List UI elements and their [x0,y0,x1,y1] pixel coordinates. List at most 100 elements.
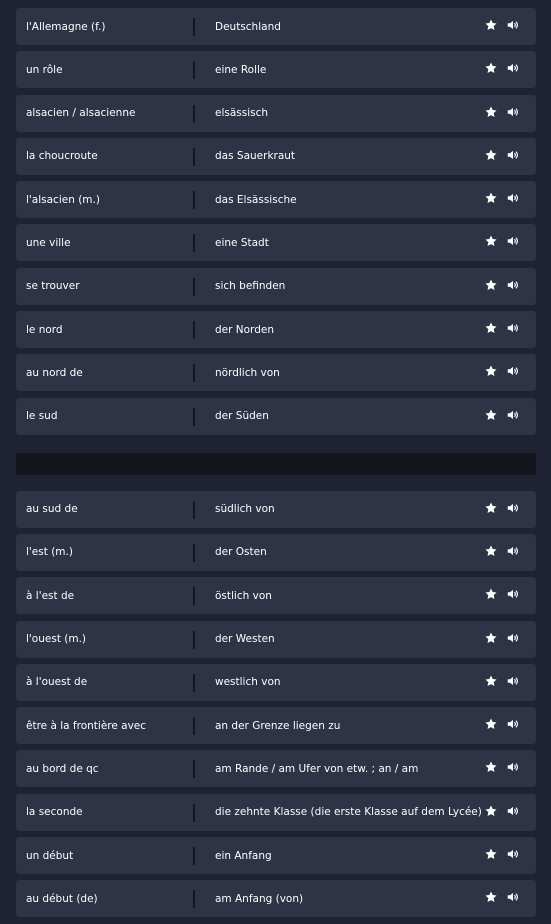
column-separator [193,803,195,822]
speaker-icon[interactable] [506,148,520,162]
speaker-icon[interactable] [506,631,520,645]
vocab-card: à l'est de östlich von [16,577,536,615]
star-icon[interactable] [484,544,498,558]
speaker-icon[interactable] [506,890,520,904]
term-text: l'est (m.) [26,546,73,559]
vocab-card: un début ein Anfang [16,837,536,875]
star-icon[interactable] [484,804,498,818]
speaker-icon[interactable] [506,61,520,75]
definition-text: der Süden [215,410,269,423]
definition-text: sich befinden [215,280,286,293]
star-icon[interactable] [484,18,498,32]
column-separator [193,673,195,692]
vocab-card: être à la frontière avec an der Grenze l… [16,707,536,745]
column-separator [193,191,195,210]
term-text: au sud de [26,503,78,516]
column-separator [193,104,195,123]
star-icon[interactable] [484,587,498,601]
column-separator [193,500,195,519]
term-text: à l'ouest de [26,676,88,689]
vocab-card: à l'ouest de westlich von [16,663,536,701]
term-text: à l'est de [26,589,75,602]
speaker-icon[interactable] [506,234,520,248]
definition-text: eine Stadt [215,236,269,249]
definition-text: der Norden [215,323,274,336]
star-icon[interactable] [484,61,498,75]
speaker-icon[interactable] [506,804,520,818]
vocab-card: au bord de qc am Rande / am Ufer von etw… [16,750,536,788]
vocab-card: le nord der Norden [16,311,536,349]
flashcard-list: l'Allemagne (f.) Deutschland un rôle ein… [16,8,536,924]
vocab-card: l'alsacien (m.) das Elsässische [16,181,536,219]
speaker-icon[interactable] [506,18,520,32]
speaker-icon[interactable] [506,408,520,422]
column-separator [193,847,195,866]
term-text: l'alsacien (m.) [26,193,100,206]
term-text: alsacien / alsacienne [26,107,136,120]
star-icon[interactable] [484,321,498,335]
speaker-icon[interactable] [506,587,520,601]
speaker-icon[interactable] [506,717,520,731]
speaker-icon[interactable] [506,847,520,861]
vocab-card: la seconde die zehnte Klasse (die erste … [16,793,536,831]
column-separator [193,277,195,296]
vocab-card: la choucroute das Sauerkraut [16,137,536,175]
star-icon[interactable] [484,847,498,861]
term-text: être à la frontière avec [26,719,147,732]
speaker-icon[interactable] [506,501,520,515]
section-divider [16,452,536,475]
column-separator [193,18,195,36]
term-text: la seconde [26,806,83,819]
star-icon[interactable] [484,105,498,119]
star-icon[interactable] [484,234,498,248]
term-text: la choucroute [26,150,98,163]
definition-text: der Westen [215,633,275,646]
speaker-icon[interactable] [506,278,520,292]
term-text: au début (de) [26,892,98,905]
term-text: le nord [26,323,63,336]
column-separator [193,543,195,562]
star-icon[interactable] [484,278,498,292]
speaker-icon[interactable] [506,544,520,558]
column-separator [193,407,195,426]
term-text: l'ouest (m.) [26,633,87,646]
definition-text: südlich von [215,503,275,516]
vocab-card: au sud de südlich von [16,490,536,528]
column-separator [193,364,195,383]
definition-text: eine Rolle [215,63,267,76]
star-icon[interactable] [484,674,498,688]
vocab-card: le sud der Süden [16,397,536,435]
term-text: le sud [26,410,58,423]
star-icon[interactable] [484,191,498,205]
star-icon[interactable] [484,717,498,731]
vocab-card: se trouver sich befinden [16,267,536,305]
vocab-card: au nord de nördlich von [16,354,536,392]
star-icon[interactable] [484,760,498,774]
column-separator [193,321,195,340]
star-icon[interactable] [484,890,498,904]
star-icon[interactable] [484,631,498,645]
vocab-card: au début (de) am Anfang (von) [16,880,536,918]
column-separator [193,760,195,779]
definition-text: nördlich von [215,366,280,379]
speaker-icon[interactable] [506,191,520,205]
speaker-icon[interactable] [506,321,520,335]
speaker-icon[interactable] [506,674,520,688]
column-separator [193,717,195,736]
term-text: un rôle [26,63,63,76]
star-icon[interactable] [484,148,498,162]
speaker-icon[interactable] [506,760,520,774]
column-separator [193,234,195,253]
star-icon[interactable] [484,364,498,378]
definition-text: elsässisch [215,107,269,120]
speaker-icon[interactable] [506,105,520,119]
definition-text: am Anfang (von) [215,892,304,905]
speaker-icon[interactable] [506,364,520,378]
column-separator [193,890,195,909]
column-separator [193,630,195,649]
star-icon[interactable] [484,501,498,515]
star-icon[interactable] [484,408,498,422]
term-text: une ville [26,236,71,249]
definition-text: ein Anfang [215,849,272,862]
term-text: l'Allemagne (f.) [26,20,106,33]
